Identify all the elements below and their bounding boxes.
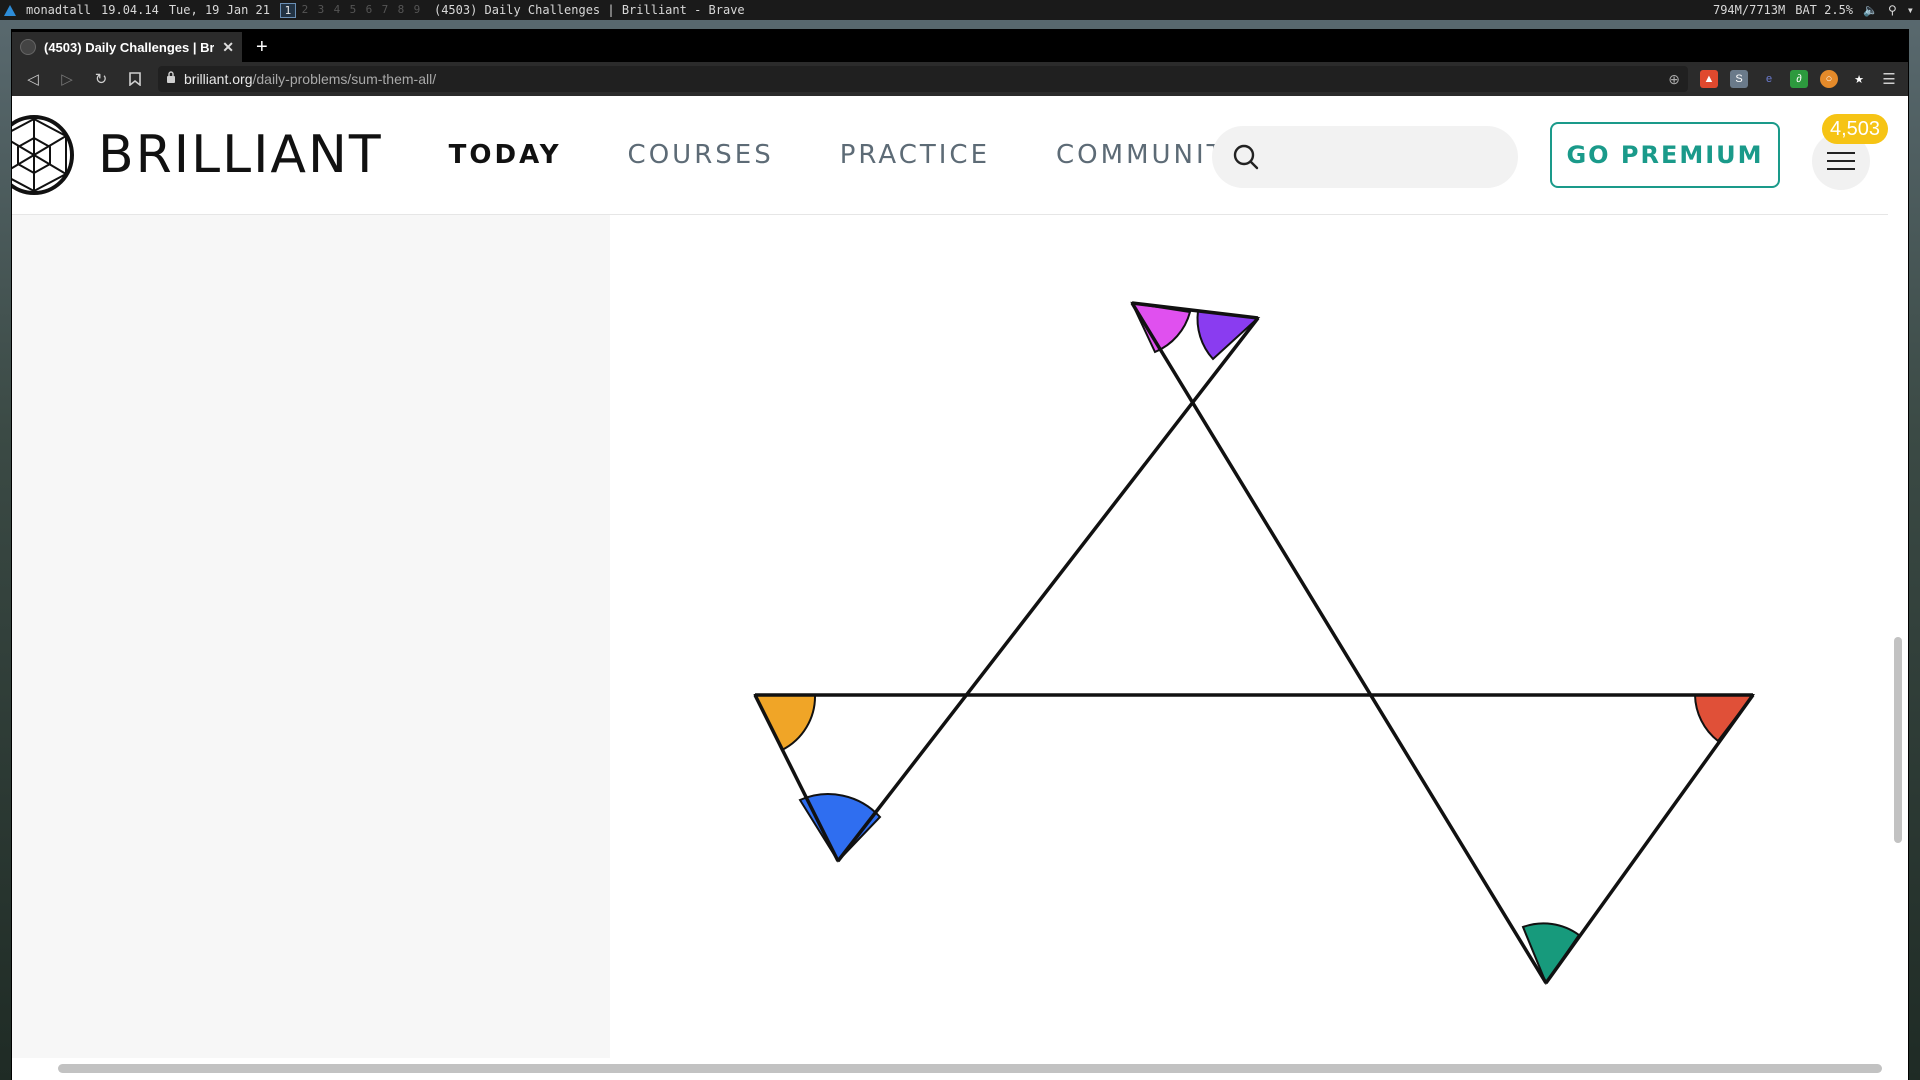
zoom-icon[interactable]: ⊕ [1668, 71, 1680, 88]
workspace-switcher[interactable]: 1 2 3 4 5 6 7 8 9 [279, 2, 424, 18]
close-tab-icon[interactable]: ✕ [222, 39, 234, 56]
angle-orange [753, 694, 817, 752]
extensions-puzzle-icon[interactable]: ★ [1850, 70, 1868, 88]
brand-name: BRILLIANT [98, 125, 383, 185]
vertical-scroll-thumb[interactable] [1894, 637, 1902, 843]
browser-toolbar: ◁ ▷ ↻ brilliant.org/daily-problems/sum-t… [12, 62, 1908, 96]
extension-e-icon[interactable]: e [1760, 70, 1778, 88]
workspace-1[interactable]: 1 [279, 2, 296, 18]
bookmark-icon[interactable] [124, 68, 146, 90]
tab-title: (4503) Daily Challenges | Brillia [44, 39, 215, 55]
workspace-9[interactable]: 9 [410, 3, 424, 18]
username: monadtall [26, 3, 92, 17]
nav-courses[interactable]: COURSES [628, 140, 774, 170]
address-bar[interactable]: brilliant.org/daily-problems/sum-them-al… [158, 66, 1688, 92]
problem-figure-area [610, 215, 1888, 1080]
workspace-3[interactable]: 3 [314, 3, 328, 18]
nav-practice[interactable]: PRACTICE [840, 140, 990, 170]
url-path: /daily-problems/sum-them-all/ [252, 71, 437, 87]
extension-s-icon[interactable]: S [1730, 70, 1748, 88]
go-premium-button[interactable]: GO PREMIUM [1550, 122, 1780, 188]
back-icon[interactable]: ◁ [22, 68, 44, 90]
url-host: brilliant.org [184, 71, 253, 87]
right-diagonal-line [1544, 693, 1755, 985]
lock-icon [166, 71, 176, 87]
angle-blue [798, 793, 882, 863]
workspace-7[interactable]: 7 [378, 3, 392, 18]
volume-icon[interactable]: 🔈 [1863, 3, 1878, 17]
arch-logo-icon [4, 4, 16, 16]
brave-shields-icon[interactable]: ▲ [1700, 70, 1718, 88]
vertical-scrollbar[interactable] [1888, 215, 1908, 1080]
workspace-5[interactable]: 5 [346, 3, 360, 18]
angle-diagram [753, 301, 1756, 986]
workspace-4[interactable]: 4 [330, 3, 344, 18]
horizontal-scrollbar[interactable] [12, 1058, 1908, 1080]
bat-rewards-icon[interactable]: ○ [1820, 70, 1838, 88]
window-title: (4503) Daily Challenges | Brilliant - Br… [433, 3, 745, 17]
long-diagonal-line [836, 316, 1260, 863]
reload-icon[interactable]: ↻ [90, 68, 112, 90]
left-sidebar [12, 215, 610, 1080]
system-status-bar: monadtall 19.04.14 Tue, 19 Jan 21 1 2 3 … [0, 0, 1920, 20]
tab-strip: (4503) Daily Challenges | Brillia ✕ + [12, 30, 1908, 62]
nav-today[interactable]: TODAY [449, 140, 562, 170]
main-nav: TODAY COURSES PRACTICE COMMUNITY [449, 140, 1245, 170]
browser-tab[interactable]: (4503) Daily Challenges | Brillia ✕ [12, 32, 242, 62]
site-header: BRILLIANT TODAY COURSES PRACTICE COMMUNI… [12, 96, 1889, 215]
version: 19.04.14 [101, 3, 159, 17]
battery-status: BAT 2.5% [1795, 3, 1854, 17]
workspace-8[interactable]: 8 [394, 3, 408, 18]
workspace-2[interactable]: 2 [298, 3, 312, 18]
favicon-icon [20, 39, 36, 55]
browser-window: (4503) Daily Challenges | Brillia ✕ + ◁ … [12, 30, 1908, 1080]
search-input[interactable] [1212, 126, 1518, 188]
wifi-icon[interactable]: ▾ [1907, 3, 1914, 17]
points-badge: 4,503 [1822, 114, 1889, 144]
hamburger-icon [1827, 152, 1855, 154]
new-tab-button[interactable]: + [242, 32, 282, 62]
horizontal-scroll-thumb[interactable] [58, 1064, 1882, 1073]
web-page: BRILLIANT TODAY COURSES PRACTICE COMMUNI… [12, 96, 1908, 1080]
search-icon [1233, 144, 1259, 170]
browser-menu-icon[interactable]: ☰ [1880, 70, 1898, 88]
forward-icon[interactable]: ▷ [56, 68, 78, 90]
location-icon: ⚲ [1887, 3, 1897, 17]
brilliant-logo-icon [12, 115, 74, 195]
memory-usage: 794M/7713M [1712, 3, 1786, 17]
brand[interactable]: BRILLIANT [12, 114, 383, 196]
extension-green-icon[interactable]: ∂ [1790, 70, 1808, 88]
workspace-6[interactable]: 6 [362, 3, 376, 18]
steep-diagonal-line [1130, 302, 1548, 984]
date: Tue, 19 Jan 21 [168, 3, 270, 17]
